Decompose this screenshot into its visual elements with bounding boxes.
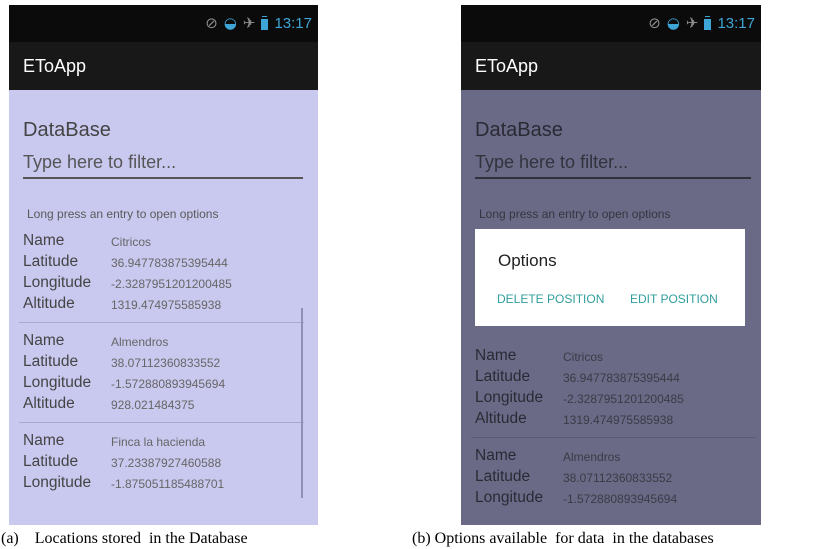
altitude-label: Altitude <box>23 295 75 312</box>
airplane-mode-icon: ✈ <box>685 14 699 32</box>
wifi-icon: ◒ <box>223 14 237 32</box>
section-title: DataBase <box>23 119 111 141</box>
signal-off-icon: ⊘ <box>648 14 661 32</box>
signal-off-icon: ⊘ <box>205 14 218 32</box>
caption-b: (b) Options available for data in the da… <box>412 530 714 547</box>
name-value: Finca la hacienda <box>111 435 206 449</box>
app-title: EToApp <box>23 56 87 76</box>
list-item[interactable]: Name Finca la hacienda Latitude 37.2338792… <box>9 423 304 523</box>
dialog-title: Options <box>498 251 557 270</box>
delete-position-button[interactable]: DELETE POSITION <box>497 292 604 306</box>
list-item[interactable]: NameAlmendros Latitude38.07112360833552 … <box>9 323 304 423</box>
app-title: EToApp <box>475 56 539 76</box>
longitude-value: -1.875051185488701 <box>111 477 225 491</box>
latitude-value: 36.947783875395444 <box>111 256 228 270</box>
name-value: Citricos <box>111 235 152 249</box>
name-label: Name <box>23 432 65 449</box>
longitude-value: -1.572880893945694 <box>111 377 226 391</box>
list-item[interactable]: NameCitricos Latitude36.947783875395444 … <box>9 223 304 323</box>
wifi-icon: ◒ <box>666 14 680 32</box>
status-bar: ⊘ ◒ ✈ 13:17 <box>461 5 761 42</box>
scrollbar[interactable] <box>301 308 303 498</box>
phone-screen-database: ⊘ ◒ ✈ 13:17 EToApp DataBase Type here to… <box>9 5 318 525</box>
app-bar: EToApp <box>461 42 761 90</box>
status-time: 13:17 <box>717 14 755 32</box>
status-bar: ⊘ ◒ ✈ 13:17 <box>9 5 318 42</box>
longitude-label: Longitude <box>23 374 92 391</box>
battery-icon <box>261 16 269 30</box>
edit-position-button[interactable]: EDIT POSITION <box>630 292 718 306</box>
longitude-label: Longitude <box>23 474 92 491</box>
name-label: Name <box>23 232 65 249</box>
filter-placeholder: Type here to filter... <box>23 152 177 172</box>
hint-text: Long press an entry to open options <box>27 207 219 221</box>
app-bar: EToApp <box>9 42 318 90</box>
latitude-label: Latitude <box>23 353 79 370</box>
filter-input[interactable]: Type here to filter... <box>23 152 303 179</box>
caption-a: (a) Locations stored in the Database <box>1 530 248 547</box>
latitude-label: Latitude <box>23 253 79 270</box>
latitude-label: Latitude <box>23 453 79 470</box>
options-dialog: Options DELETE POSITION EDIT POSITION <box>475 229 745 326</box>
battery-icon <box>704 16 712 30</box>
latitude-value: 37.23387927460588 <box>111 456 222 470</box>
name-value: Almendros <box>111 335 169 349</box>
latitude-value: 38.07112360833552 <box>111 356 221 370</box>
database-view: DataBase Type here to filter... Long pre… <box>9 90 318 525</box>
status-time: 13:17 <box>274 14 312 32</box>
longitude-value: -2.3287951201200485 <box>111 277 232 291</box>
altitude-value: 1319.474975585938 <box>111 298 222 312</box>
airplane-mode-icon: ✈ <box>242 14 256 32</box>
altitude-value: 928.021484375 <box>111 398 195 412</box>
phone-screen-options: ⊘ ◒ ✈ 13:17 EToApp DataBase Type here to… <box>461 5 761 525</box>
altitude-label: Altitude <box>23 395 75 412</box>
name-label: Name <box>23 332 65 349</box>
longitude-label: Longitude <box>23 274 92 291</box>
